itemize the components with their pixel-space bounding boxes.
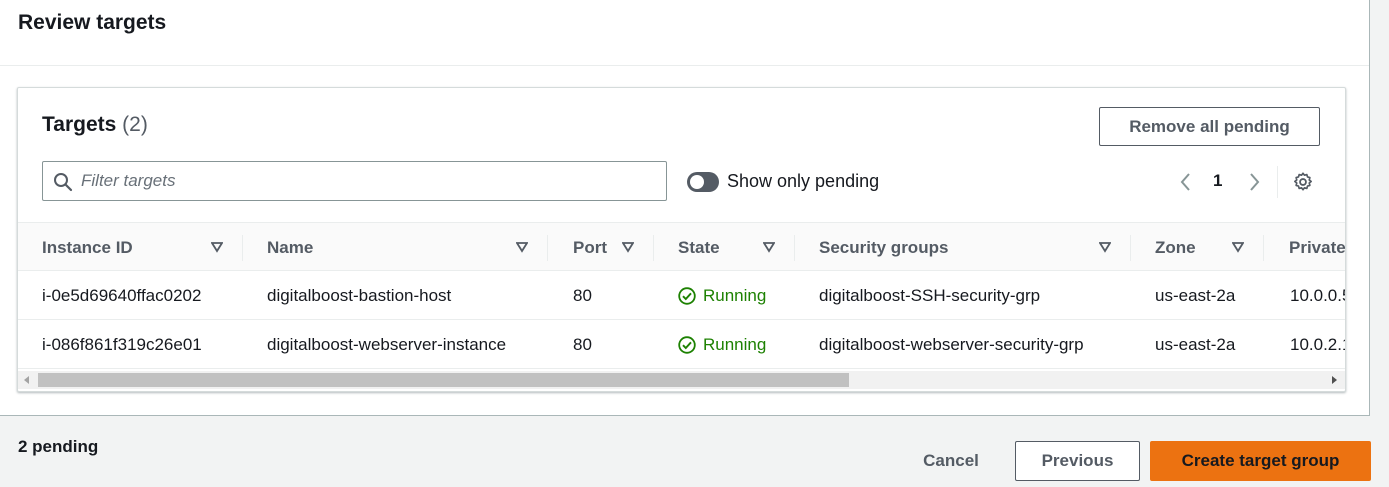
zone-cell: us-east-2a [1155,285,1236,305]
column-divider[interactable] [1130,235,1131,261]
caret-down-icon[interactable] [763,241,775,253]
port-cell: 80 [573,334,592,354]
column-divider[interactable] [547,235,548,261]
scroll-right-arrow-icon[interactable] [1332,376,1337,384]
table-row: i-086f861f319c26e01 digitalboost-webserv… [18,320,1346,369]
zone-cell: us-east-2a [1155,334,1236,354]
security-groups-cell: digitalboost-SSH-security-grp [819,285,1041,305]
column-header-security-groups[interactable]: Security groups [819,223,948,272]
column-divider[interactable] [794,235,795,261]
pending-count: 2 pending [18,437,99,456]
show-only-pending-toggle[interactable] [687,172,719,192]
gear-icon[interactable] [1292,171,1314,193]
previous-button[interactable]: Previous [1015,441,1140,481]
column-header-state[interactable]: State [678,223,720,272]
toggle-knob [690,175,704,189]
scrollbar-thumb[interactable] [38,373,849,387]
horizontal-scrollbar[interactable] [18,371,1345,389]
port-cell: 80 [573,285,592,305]
column-header-instance-id[interactable]: Instance ID [42,223,133,272]
show-only-pending-label: Show only pending [727,171,880,191]
column-header-zone[interactable]: Zone [1155,223,1196,272]
name-cell: digitalboost-webserver-instance [267,334,507,354]
pager-divider [1277,166,1278,198]
instance-id-cell: i-0e5d69640ffac0202 [42,285,202,305]
table-row: i-0e5d69640ffac0202 digitalboost-bastion… [18,271,1346,320]
caret-down-icon[interactable] [622,241,634,253]
page-number[interactable]: 1 [1213,171,1222,191]
column-header-private[interactable]: Private [1289,223,1345,272]
caret-down-icon[interactable] [1099,241,1111,253]
review-targets-title: Review targets [18,11,167,34]
targets-count: (2) [122,113,148,136]
caret-down-icon[interactable] [1232,241,1244,253]
caret-down-icon[interactable] [516,241,528,253]
chevron-left-icon[interactable] [1176,170,1196,194]
status-success-icon [678,335,696,354]
create-target-group-button[interactable]: Create target group [1150,441,1371,481]
review-targets-panel: Review targets Targets (2) Remove all pe… [0,0,1370,416]
search-icon [54,173,73,192]
state-cell: Running [678,320,766,369]
chevron-right-icon[interactable] [1244,170,1264,194]
review-targets-header: Review targets [0,0,1369,66]
targets-heading: Targets (2) [42,113,148,137]
status-success-icon [678,286,696,305]
scroll-left-arrow-icon[interactable] [24,376,29,384]
state-label: Running [703,285,767,305]
caret-down-icon[interactable] [211,241,223,253]
instance-id-cell: i-086f861f319c26e01 [42,334,202,354]
table-header: Instance ID Name Port State Security gro… [18,222,1345,272]
targets-table-card: Targets (2) Remove all pending Show only… [17,87,1346,392]
state-cell: Running [678,271,766,320]
private-ip-cell: 10.0.0.5 [1290,285,1346,305]
column-divider[interactable] [1263,235,1264,261]
column-divider[interactable] [653,235,654,261]
column-header-port[interactable]: Port [573,223,607,272]
column-divider[interactable] [242,235,243,261]
filter-targets-field[interactable] [42,161,667,201]
column-header-name[interactable]: Name [267,223,313,272]
security-groups-cell: digitalboost-webserver-security-grp [819,334,1084,354]
private-ip-cell: 10.0.2.1 [1290,334,1346,354]
cancel-button[interactable]: Cancel [907,441,995,481]
name-cell: digitalboost-bastion-host [267,285,452,305]
filter-targets-input[interactable] [81,166,651,196]
state-label: Running [703,334,767,354]
remove-all-pending-button[interactable]: Remove all pending [1099,107,1320,146]
targets-title: Targets [42,113,117,136]
